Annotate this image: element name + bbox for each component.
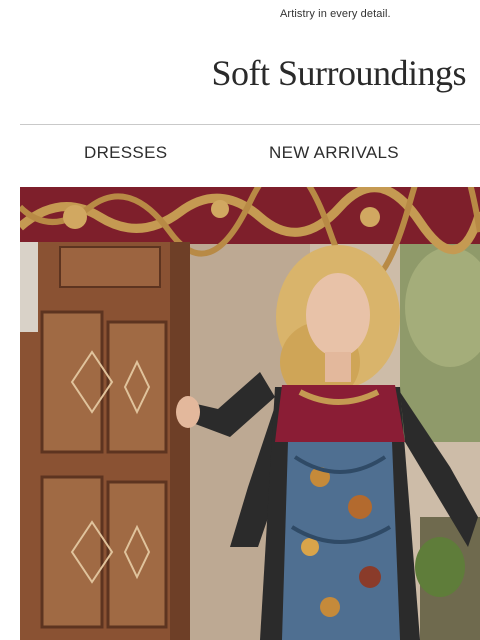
- header-divider: [20, 124, 480, 125]
- nav-item-dresses[interactable]: DRESSES: [84, 143, 167, 163]
- hero-photo: [20, 187, 480, 640]
- nav-item-new-arrivals[interactable]: NEW ARRIVALS: [269, 143, 399, 163]
- brand-logo[interactable]: Soft Surroundings: [211, 52, 466, 94]
- tagline: Artistry in every detail.: [280, 8, 391, 20]
- hero-image[interactable]: [20, 187, 480, 640]
- main-nav: DRESSES NEW ARRIVALS: [20, 143, 480, 167]
